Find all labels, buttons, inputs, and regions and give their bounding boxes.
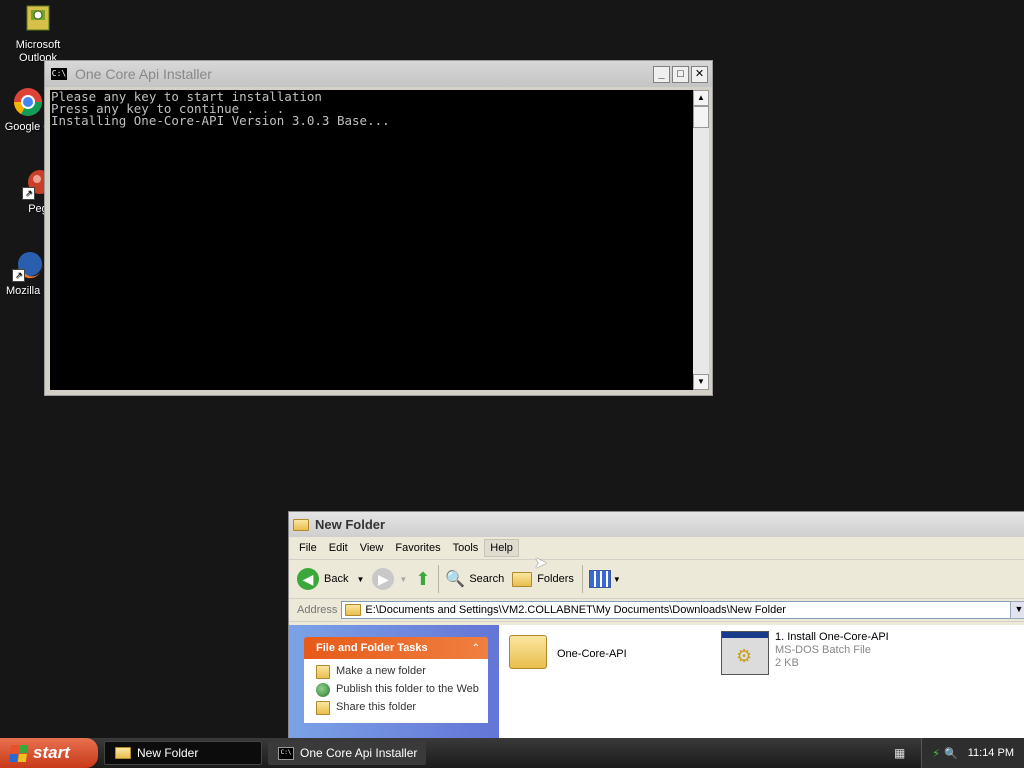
- share-folder-icon: [316, 701, 330, 715]
- file-pane: One-Core-API ⚙ 1. Install One-Core-API M…: [499, 555, 1024, 742]
- back-dropdown-icon[interactable]: ▼: [356, 575, 364, 584]
- folders-label: Folders: [537, 573, 574, 585]
- outlook-icon: [22, 4, 54, 36]
- tray-search-icon[interactable]: 🔍: [944, 747, 958, 760]
- task-label: Make a new folder: [336, 665, 426, 677]
- console-title: One Core Api Installer: [75, 66, 212, 82]
- globe-icon: [316, 683, 330, 697]
- task-box: Make a new folder Publish this folder to…: [304, 659, 488, 723]
- console-titlebar[interactable]: C:\ One Core Api Installer _ □ ✕: [45, 61, 712, 87]
- console-icon: C:\: [51, 68, 67, 80]
- explorer-title: New Folder: [315, 517, 386, 532]
- large-folder-icon: [509, 635, 547, 669]
- folders-button[interactable]: Folders: [512, 571, 574, 587]
- mouse-cursor-icon: ➤: [534, 555, 548, 572]
- up-folder-icon: ⬆: [415, 568, 431, 589]
- file-name: 1. Install One-Core-API: [775, 631, 889, 643]
- console-icon: C:\: [278, 746, 294, 760]
- views-button[interactable]: ▼: [588, 570, 621, 588]
- firefox-icon: ↗: [12, 250, 44, 282]
- address-bar: Address E:\Documents and Settings\VM2.CO…: [289, 599, 1024, 622]
- up-folder-button[interactable]: ⬆: [415, 569, 430, 590]
- address-dropdown-icon[interactable]: ▼: [1010, 601, 1024, 619]
- task-label: Share this folder: [336, 701, 417, 713]
- file-type: MS-DOS Batch File: [775, 644, 871, 656]
- task-box-header[interactable]: File and Folder Tasks ⌃: [304, 637, 488, 659]
- search-button[interactable]: 🔍 Search: [445, 569, 504, 589]
- back-arrow-icon: ◀: [297, 568, 319, 590]
- file-item-batch[interactable]: ⚙ 1. Install One-Core-API MS-DOS Batch F…: [721, 631, 889, 675]
- menu-bar: File Edit View Favorites Tools Help: [289, 537, 1024, 560]
- search-label: Search: [469, 573, 505, 585]
- start-button[interactable]: start: [0, 738, 98, 768]
- keyboard-icon[interactable]: ▦: [894, 746, 905, 760]
- task-pane: File and Folder Tasks ⌃ Make a new folde…: [289, 625, 499, 742]
- menu-favorites[interactable]: Favorites: [389, 539, 446, 557]
- menu-tools[interactable]: Tools: [447, 539, 485, 557]
- minimize-button[interactable]: _: [653, 65, 670, 83]
- start-label: start: [33, 743, 70, 762]
- back-label: Back: [324, 573, 349, 585]
- console-line: Installing One-Core-API Version 3.0.3 Ba…: [51, 113, 390, 128]
- taskbar-item-installer[interactable]: C:\ One Core Api Installer: [268, 741, 426, 765]
- forward-dropdown-icon[interactable]: ▼: [399, 575, 407, 584]
- file-name: One-Core-API: [557, 648, 627, 660]
- menu-file[interactable]: File: [293, 539, 323, 557]
- task-box-title: File and Folder Tasks: [316, 642, 428, 654]
- menu-view[interactable]: View: [354, 539, 390, 557]
- network-icon[interactable]: ⚡: [932, 747, 940, 760]
- scroll-thumb[interactable]: [693, 106, 709, 128]
- toolbar-separator: [438, 565, 440, 593]
- address-field[interactable]: E:\Documents and Settings\VM2.COLLABNET\…: [341, 601, 1024, 619]
- clock[interactable]: 11:14 PM: [968, 747, 1014, 759]
- address-text: E:\Documents and Settings\VM2.COLLABNET\…: [365, 604, 786, 616]
- console-window[interactable]: C:\ One Core Api Installer _ □ ✕ Please …: [44, 60, 713, 396]
- taskbar-item-label: New Folder: [137, 746, 199, 760]
- scroll-up-icon[interactable]: ▲: [693, 90, 709, 106]
- taskbar-item-new-folder[interactable]: New Folder: [104, 741, 262, 765]
- collapse-chevron-icon[interactable]: ⌃: [472, 643, 480, 654]
- search-icon: 🔍: [445, 571, 466, 588]
- maximize-button[interactable]: □: [672, 65, 689, 83]
- explorer-titlebar[interactable]: New Folder: [289, 512, 1024, 537]
- chrome-icon: [12, 86, 44, 118]
- forward-arrow-icon: ▶: [372, 568, 395, 590]
- explorer-toolbar: ◀ Back ▼ ▶ ▼ ⬆ 🔍 Search Folders ▼: [289, 560, 1024, 599]
- console-output[interactable]: Please any key to start installation Pres…: [50, 90, 693, 390]
- task-label: Publish this folder to the Web: [336, 683, 479, 695]
- back-button[interactable]: ◀ Back ▼: [297, 568, 364, 590]
- batch-file-icon: ⚙: [721, 631, 769, 675]
- shortcut-arrow-icon: ↗: [22, 187, 35, 200]
- folders-icon: [512, 571, 533, 587]
- address-folder-icon: [345, 604, 362, 616]
- task-publish-web[interactable]: Publish this folder to the Web: [316, 683, 488, 697]
- file-item-folder[interactable]: One-Core-API: [509, 635, 627, 669]
- windows-flag-icon: [8, 744, 29, 762]
- task-share-folder[interactable]: Share this folder: [316, 701, 488, 715]
- menu-edit[interactable]: Edit: [323, 539, 354, 557]
- scroll-down-icon[interactable]: ▼: [693, 374, 709, 390]
- system-tray: ⚡ 🔍 11:14 PM: [921, 738, 1024, 768]
- explorer-content: File and Folder Tasks ⌃ Make a new folde…: [289, 555, 1024, 742]
- folder-icon: [293, 518, 309, 531]
- shortcut-arrow-icon: ↗: [12, 269, 25, 282]
- desktop-icon-outlook[interactable]: Microsoft Outlook: [0, 4, 76, 65]
- forward-button[interactable]: ▶ ▼: [372, 568, 407, 590]
- taskbar: start New Folder C:\ One Core Api Instal…: [0, 738, 1024, 768]
- file-size: 2 KB: [775, 657, 799, 669]
- vertical-scrollbar[interactable]: ▲ ▼: [693, 90, 709, 390]
- explorer-window[interactable]: New Folder File Edit View Favorites Tool…: [288, 511, 1024, 743]
- toolbar-separator: [581, 565, 583, 593]
- menu-help[interactable]: Help: [484, 539, 519, 557]
- taskbar-item-label: One Core Api Installer: [300, 746, 418, 760]
- task-make-new-folder[interactable]: Make a new folder: [316, 665, 488, 679]
- close-button[interactable]: ✕: [691, 65, 708, 83]
- folder-icon: [115, 747, 131, 759]
- new-folder-icon: [316, 665, 330, 679]
- views-dropdown-icon: ▼: [612, 574, 621, 584]
- address-label: Address: [297, 604, 338, 616]
- views-icon: [588, 570, 611, 588]
